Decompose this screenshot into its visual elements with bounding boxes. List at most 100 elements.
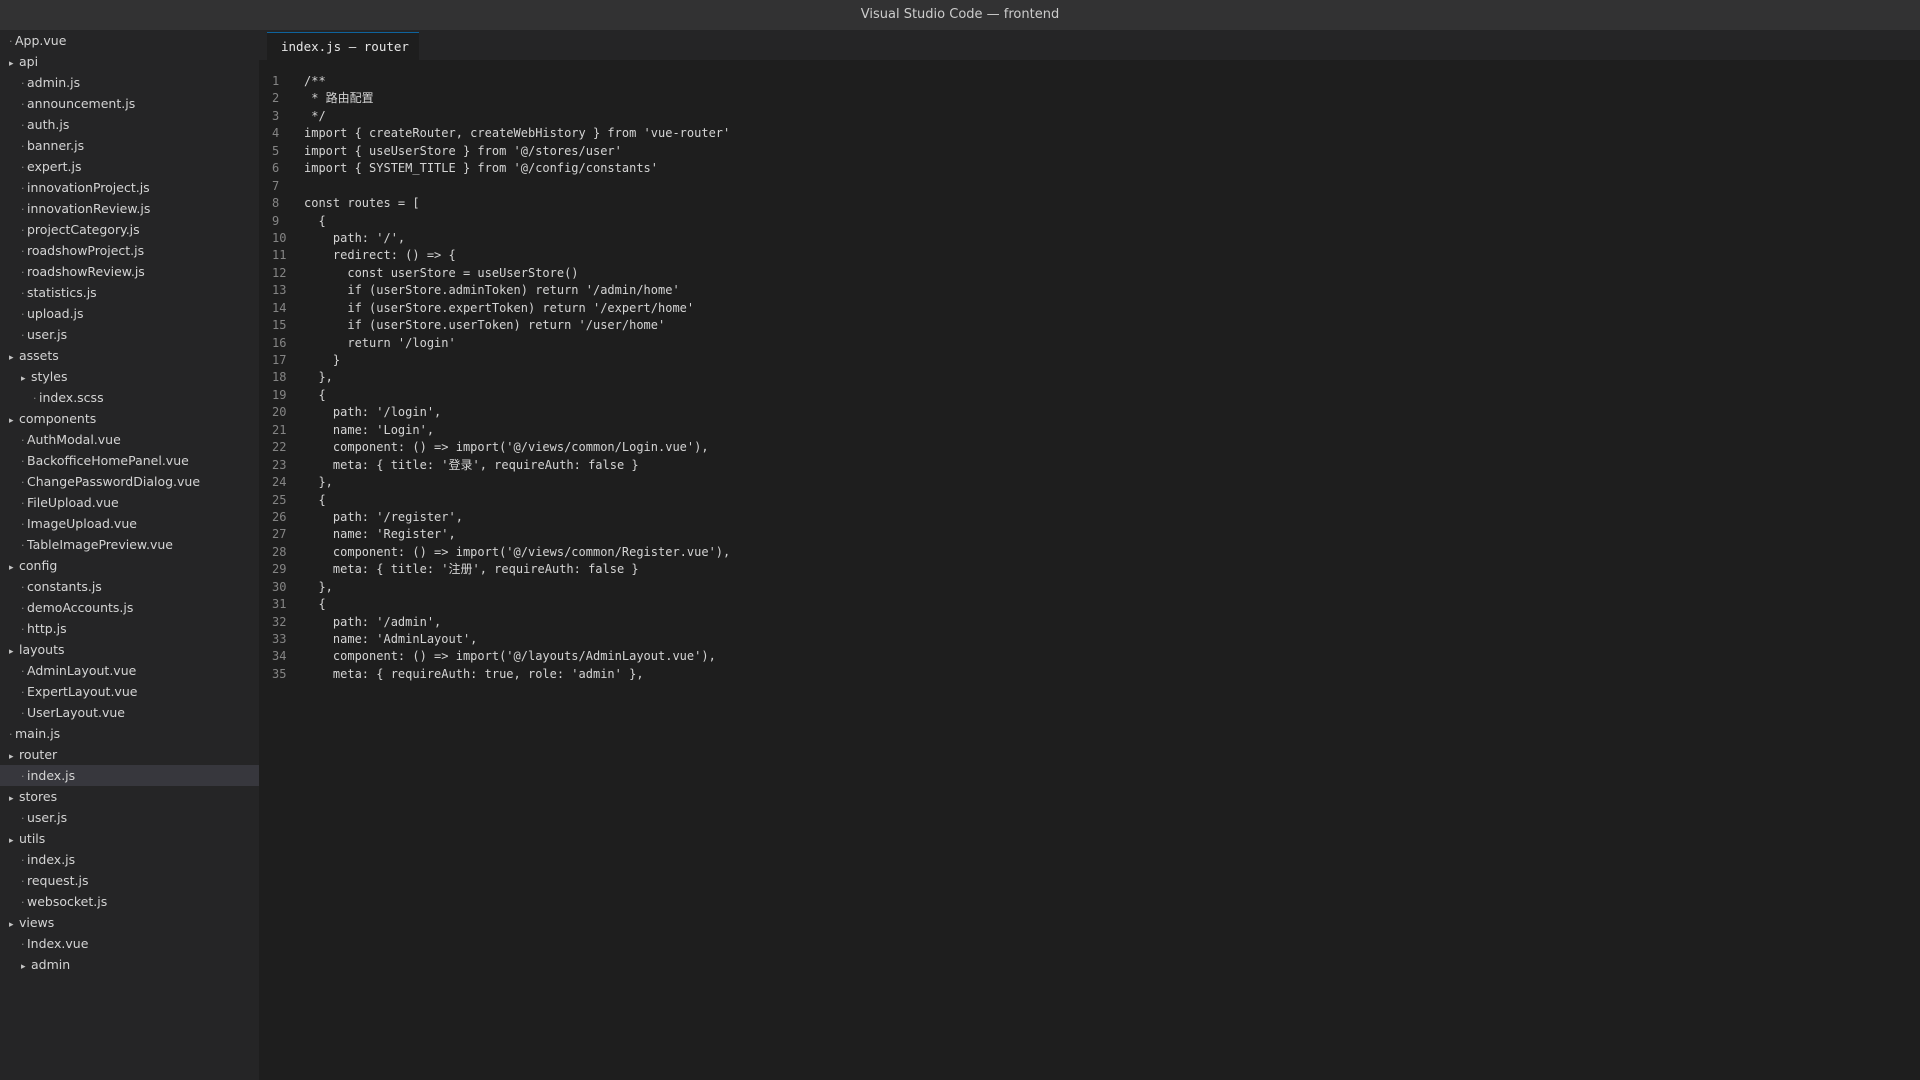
explorer-item-label: websocket.js: [27, 894, 108, 909]
explorer-file[interactable]: · index.js: [0, 765, 259, 786]
explorer-file[interactable]: · banner.js: [0, 135, 259, 156]
explorer-item-label: components: [19, 411, 97, 426]
code-line: 17 }: [259, 352, 1920, 369]
explorer-item-label: http.js: [27, 621, 67, 636]
editor-area: index.js — router 1/** 2 * 路由配置 3 */4 impor…: [259, 30, 1920, 1080]
tab-index-js[interactable]: index.js — router: [267, 32, 419, 60]
code-line: 23 meta: { title: '登录', requireAuth: fal…: [259, 457, 1920, 474]
explorer-file[interactable]: · statistics.js: [0, 282, 259, 303]
explorer-file[interactable]: · ExpertLayout.vue: [0, 681, 259, 702]
explorer-folder[interactable]: ▸ views: [0, 912, 259, 933]
line-number: 2: [272, 91, 280, 106]
explorer-file[interactable]: · announcement.js: [0, 93, 259, 114]
explorer-file[interactable]: · FileUpload.vue: [0, 492, 259, 513]
tab-label: index.js — router: [281, 39, 409, 54]
explorer-folder[interactable]: ▸ layouts: [0, 639, 259, 660]
explorer-file[interactable]: · websocket.js: [0, 891, 259, 912]
explorer-file[interactable]: · App.vue: [0, 30, 259, 51]
explorer-folder[interactable]: ▸ router: [0, 744, 259, 765]
explorer-item-label: announcement.js: [27, 96, 136, 111]
explorer-folder[interactable]: ▸ stores: [0, 786, 259, 807]
line-number: 31: [272, 597, 287, 612]
explorer-item-label: auth.js: [27, 117, 70, 132]
line-text: import { useUserStore } from '@/stores/u…: [304, 143, 622, 158]
explorer-item-label: roadshowProject.js: [27, 243, 145, 258]
code-line: 31 {: [259, 596, 1920, 613]
explorer-file[interactable]: · user.js: [0, 324, 259, 345]
code-line: 19 {: [259, 387, 1920, 404]
explorer-item-label: admin.js: [27, 75, 81, 90]
explorer-file[interactable]: · index.js: [0, 849, 259, 870]
explorer-folder[interactable]: ▸ styles: [0, 366, 259, 387]
explorer-item-label: ChangePasswordDialog.vue: [27, 474, 201, 489]
explorer-file[interactable]: · upload.js: [0, 303, 259, 324]
explorer-file[interactable]: · ChangePasswordDialog.vue: [0, 471, 259, 492]
explorer-file[interactable]: · Index.vue: [0, 933, 259, 954]
code-line: 32 path: '/admin',: [259, 614, 1920, 631]
line-text: const userStore = useUserStore(): [304, 265, 579, 280]
code-line: 24 },: [259, 474, 1920, 491]
line-number: 13: [272, 283, 287, 298]
explorer-folder[interactable]: ▸ api: [0, 51, 259, 72]
line-text: path: '/',: [304, 230, 406, 245]
line-number: 24: [272, 475, 287, 490]
explorer-file[interactable]: · main.js: [0, 723, 259, 744]
line-text: component: () => import('@/views/common/…: [304, 544, 731, 559]
explorer-folder[interactable]: ▸ config: [0, 555, 259, 576]
explorer-item-label: AdminLayout.vue: [27, 663, 137, 678]
code-line: 25 {: [259, 492, 1920, 509]
explorer-folder[interactable]: ▸ admin: [0, 954, 259, 975]
code-line: 10 path: '/',: [259, 230, 1920, 247]
line-text: path: '/register',: [304, 509, 463, 524]
code-line: 22 component: () => import('@/views/comm…: [259, 439, 1920, 456]
code-line: 29 meta: { title: '注册', requireAuth: fal…: [259, 561, 1920, 578]
explorer-item-label: user.js: [27, 327, 68, 342]
line-number: 28: [272, 544, 287, 559]
code-line: 21 name: 'Login',: [259, 422, 1920, 439]
explorer-file[interactable]: · TableImagePreview.vue: [0, 534, 259, 555]
explorer-file[interactable]: · demoAccounts.js: [0, 597, 259, 618]
line-text: },: [304, 475, 333, 490]
line-text: path: '/admin',: [304, 614, 442, 629]
line-number: 16: [272, 335, 287, 350]
explorer-file[interactable]: · index.scss: [0, 387, 259, 408]
explorer-file[interactable]: · innovationReview.js: [0, 198, 259, 219]
explorer-file[interactable]: · admin.js: [0, 72, 259, 93]
code-editor[interactable]: 1/** 2 * 路由配置 3 */4 import { createRouter, …: [259, 73, 1920, 683]
explorer-file[interactable]: · BackofficeHomePanel.vue: [0, 450, 259, 471]
code-line: 3 */: [259, 108, 1920, 125]
line-number: 23: [272, 457, 287, 472]
code-line: 2 * 路由配置: [259, 90, 1920, 107]
line-text: {: [304, 213, 326, 228]
line-text: * 路由配置: [304, 91, 374, 106]
explorer-file[interactable]: · projectCategory.js: [0, 219, 259, 240]
code-line: 7: [259, 178, 1920, 195]
explorer-file[interactable]: · AuthModal.vue: [0, 429, 259, 450]
explorer-file[interactable]: · roadshowProject.js: [0, 240, 259, 261]
code-line: 30 },: [259, 579, 1920, 596]
explorer-folder[interactable]: ▸ assets: [0, 345, 259, 366]
explorer-file[interactable]: · http.js: [0, 618, 259, 639]
file-tree: · App.vue ▸ api · admin.js · announcement.js · au…: [0, 30, 259, 975]
window-title-bar: Visual Studio Code — frontend: [0, 0, 1920, 30]
explorer-file[interactable]: · innovationProject.js: [0, 177, 259, 198]
explorer-file[interactable]: · user.js: [0, 807, 259, 828]
code-line: 12 const userStore = useUserStore(): [259, 265, 1920, 282]
explorer-file[interactable]: · UserLayout.vue: [0, 702, 259, 723]
explorer-file[interactable]: · expert.js: [0, 156, 259, 177]
explorer-file[interactable]: · AdminLayout.vue: [0, 660, 259, 681]
explorer-folder[interactable]: ▸ components: [0, 408, 259, 429]
line-text: {: [304, 492, 326, 507]
explorer-sidebar: · App.vue ▸ api · admin.js · announcement.js · au…: [0, 30, 259, 1080]
explorer-file[interactable]: · request.js: [0, 870, 259, 891]
explorer-folder[interactable]: ▸ utils: [0, 828, 259, 849]
line-text: redirect: () => {: [304, 248, 456, 263]
line-text: import { SYSTEM_TITLE } from '@/config/c…: [304, 161, 659, 176]
explorer-file[interactable]: · auth.js: [0, 114, 259, 135]
line-number: 11: [272, 248, 287, 263]
explorer-file[interactable]: · roadshowReview.js: [0, 261, 259, 282]
explorer-item-label: innovationProject.js: [27, 180, 150, 195]
line-number: 21: [272, 422, 287, 437]
explorer-file[interactable]: · ImageUpload.vue: [0, 513, 259, 534]
explorer-file[interactable]: · constants.js: [0, 576, 259, 597]
